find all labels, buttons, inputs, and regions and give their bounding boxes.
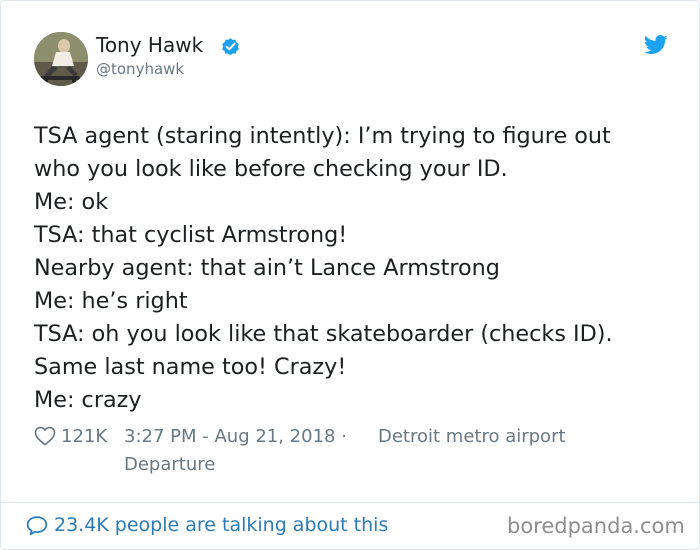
twitter-bird-icon[interactable] xyxy=(644,35,668,55)
conversation-link[interactable]: 23.4K people are talking about this xyxy=(54,512,388,539)
tweet-line: who you look like before checking your I… xyxy=(34,156,508,182)
tweet-timestamp[interactable]: 3:27 PM - Aug 21, 2018 · xyxy=(124,423,347,450)
tweet-line: TSA: that cyclist Armstrong! xyxy=(34,222,348,248)
author-handle[interactable]: @tonyhawk xyxy=(96,60,184,78)
tweet-line: Me: ok xyxy=(34,189,109,215)
verified-badge-icon xyxy=(222,38,239,56)
tweet-location-continued[interactable]: Departure xyxy=(124,451,215,478)
heart-icon[interactable] xyxy=(34,426,56,446)
avatar[interactable] xyxy=(34,32,88,86)
divider xyxy=(1,502,699,503)
tweet-line: TSA agent (staring intently): I’m trying… xyxy=(34,123,611,149)
tweet-text: TSA agent (staring intently): I’m trying… xyxy=(34,120,674,417)
speech-bubble-icon[interactable] xyxy=(26,515,48,536)
tweet-card: Tony Hawk @tonyhawk TSA agent (staring i… xyxy=(0,0,700,550)
tweet-line: Me: crazy xyxy=(34,387,142,413)
like-count[interactable]: 121K xyxy=(61,423,107,450)
avatar-image xyxy=(34,32,88,86)
tweet-location[interactable]: Detroit metro airport xyxy=(378,423,566,450)
tweet-line: TSA: oh you look like that skateboarder … xyxy=(34,321,613,347)
watermark: boredpanda.com xyxy=(507,514,685,538)
tweet-line: Nearby agent: that ain’t Lance Armstrong xyxy=(34,255,500,281)
author-name[interactable]: Tony Hawk xyxy=(96,32,203,58)
tweet-line: Same last name too! Crazy! xyxy=(34,354,347,380)
tweet-line: Me: he’s right xyxy=(34,288,188,314)
